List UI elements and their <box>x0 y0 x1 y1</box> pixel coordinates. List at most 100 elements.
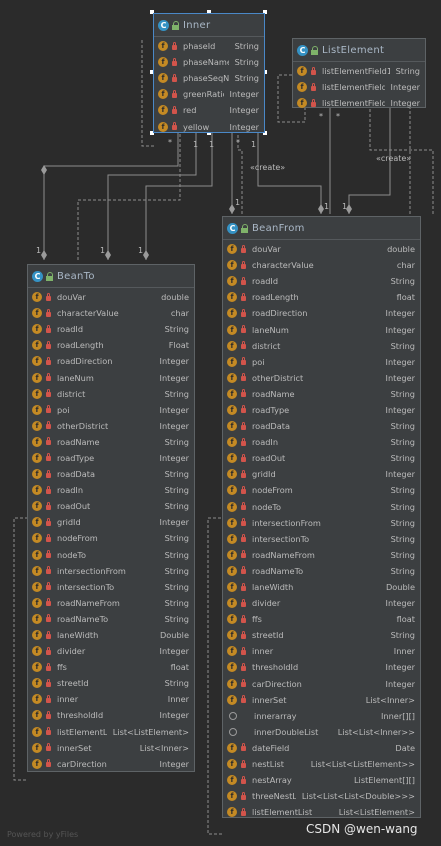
field-row[interactable]: f inner Inner <box>28 691 194 707</box>
field-row[interactable]: f otherDistrict Integer <box>223 370 420 386</box>
field-row[interactable]: f roadOut String <box>223 450 420 466</box>
field-row[interactable]: f poi Integer <box>223 354 420 370</box>
field-name: nestList <box>252 759 285 770</box>
field-row[interactable]: f listElementField3 Integer <box>293 95 425 111</box>
private-lock-icon <box>241 389 246 398</box>
field-row[interactable]: f roadData String <box>28 466 194 482</box>
private-lock-icon <box>241 357 246 366</box>
field-row[interactable]: f nodeTo String <box>223 499 420 515</box>
field-row[interactable]: f thresholdId Integer <box>223 659 420 675</box>
field-type: String <box>164 597 189 608</box>
field-row[interactable]: f ffs float <box>28 659 194 675</box>
multiplicity-label: 1 <box>251 140 257 149</box>
field-row[interactable]: f phaseSeqNo String <box>154 70 264 86</box>
field-row[interactable]: innerDoubleList List<List<Inner>> <box>223 724 420 740</box>
field-row[interactable]: f roadNameTo String <box>28 611 194 627</box>
field-row[interactable]: f listElementField2 Integer <box>293 79 425 95</box>
field-row[interactable]: f laneNum Integer <box>28 369 194 385</box>
field-row[interactable]: f thresholdId Integer <box>28 707 194 723</box>
field-row[interactable]: f douVar double <box>223 241 420 257</box>
field-row[interactable]: f streetId String <box>223 627 420 643</box>
field-row[interactable]: f district String <box>28 386 194 402</box>
field-row[interactable]: f dateField Date <box>223 740 420 756</box>
field-row[interactable]: f roadNameFrom String <box>223 547 420 563</box>
field-type: String <box>164 485 189 496</box>
field-type: Integer <box>385 469 415 480</box>
field-row[interactable]: f listElementList List<ListElement> <box>28 724 194 740</box>
field-name: otherDistrict <box>57 420 109 431</box>
field-name: douVar <box>57 292 86 303</box>
field-row[interactable]: f nodeFrom String <box>223 482 420 498</box>
field-row[interactable]: f innerSet List<Inner> <box>223 692 420 708</box>
field-row[interactable]: f laneWidth Double <box>28 627 194 643</box>
field-row[interactable]: f divider Integer <box>28 643 194 659</box>
field-name: intersectionTo <box>252 533 310 544</box>
field-row[interactable]: f greenRatio Integer <box>154 86 264 102</box>
field-name: intersectionFrom <box>252 517 321 528</box>
field-row[interactable]: f ffs float <box>223 611 420 627</box>
field-row[interactable]: f gridId Integer <box>223 466 420 482</box>
field-row[interactable]: f streetId String <box>28 675 194 691</box>
field-row[interactable]: f yellow Integer <box>154 118 264 134</box>
field-row[interactable]: f nestArray ListElement[][] <box>223 772 420 788</box>
field-row[interactable]: f intersectionTo String <box>223 531 420 547</box>
uml-diagram-canvas[interactable]: C Inner f phaseId String f phaseName String f p… <box>0 0 441 846</box>
field-row[interactable]: f roadIn String <box>28 482 194 498</box>
field-row[interactable]: f characterValue char <box>223 257 420 273</box>
field-row[interactable]: f roadData String <box>223 418 420 434</box>
field-row[interactable]: f inner Inner <box>223 643 420 659</box>
field-name: roadName <box>57 436 100 447</box>
field-row[interactable]: f district String <box>223 338 420 354</box>
field-row[interactable]: f roadLength float <box>223 289 420 305</box>
field-row[interactable]: f divider Integer <box>223 595 420 611</box>
field-icon: f <box>32 549 42 560</box>
field-row[interactable]: f nodeTo String <box>28 547 194 563</box>
field-row[interactable]: f listElementList List<ListElement> <box>223 804 420 820</box>
field-row[interactable]: f intersectionFrom String <box>28 563 194 579</box>
field-row[interactable]: f roadId String <box>28 321 194 337</box>
field-row[interactable]: f roadDirection Integer <box>28 353 194 369</box>
class-box-bean-to[interactable]: C BeanTo f douVar double f characterValue cha… <box>27 264 195 772</box>
field-name: phaseId <box>183 41 216 52</box>
field-name: roadOut <box>252 453 286 464</box>
field-row[interactable]: f red Integer <box>154 102 264 118</box>
field-row[interactable]: f otherDistrict Integer <box>28 418 194 434</box>
field-row[interactable]: f intersectionTo String <box>28 579 194 595</box>
field-name: roadNameTo <box>252 565 304 576</box>
field-name: red <box>183 105 197 116</box>
field-row[interactable]: f intersectionFrom String <box>223 515 420 531</box>
class-box-list-element[interactable]: C ListElement f listElementField1 String f l… <box>292 38 426 111</box>
field-row[interactable]: f threeNestList List<List<List<Double>>> <box>223 788 420 804</box>
field-row[interactable]: innerarray Inner[][] <box>223 708 420 724</box>
field-row[interactable]: f poi Integer <box>28 402 194 418</box>
field-row[interactable]: f phaseName String <box>154 54 264 70</box>
field-row[interactable]: f roadId String <box>223 273 420 289</box>
field-row[interactable]: f roadDirection Integer <box>223 305 420 321</box>
field-row[interactable]: f roadNameTo String <box>223 563 420 579</box>
field-row[interactable]: f douVar double <box>28 289 194 305</box>
field-row[interactable]: f carDirection Integer <box>28 756 194 772</box>
field-row[interactable]: f laneWidth Double <box>223 579 420 595</box>
field-row[interactable]: f roadName String <box>223 386 420 402</box>
field-row[interactable]: f characterValue char <box>28 305 194 321</box>
field-type: double <box>161 292 189 303</box>
field-row[interactable]: f nodeFrom String <box>28 530 194 546</box>
private-lock-icon <box>241 276 246 285</box>
field-row[interactable]: f roadNameFrom String <box>28 595 194 611</box>
field-row[interactable]: f listElementField1 String <box>293 63 425 79</box>
field-row[interactable]: f innerSet List<Inner> <box>28 740 194 756</box>
class-box-inner[interactable]: C Inner f phaseId String f phaseName String f p… <box>153 13 265 133</box>
field-row[interactable]: f roadType Integer <box>223 402 420 418</box>
field-row[interactable]: f roadType Integer <box>28 450 194 466</box>
field-row[interactable]: f roadLength Float <box>28 337 194 353</box>
field-row[interactable]: f nestList List<List<ListElement>> <box>223 756 420 772</box>
field-row[interactable]: f roadIn String <box>223 434 420 450</box>
field-row[interactable]: f carDirection Integer <box>223 676 420 692</box>
field-row[interactable]: f phaseId String <box>154 38 264 54</box>
field-row[interactable]: f gridId Integer <box>28 514 194 530</box>
field-name: innerSet <box>57 742 92 753</box>
field-row[interactable]: f laneNum Integer <box>223 321 420 337</box>
class-box-bean-from[interactable]: C BeanFrom f douVar double f characterValue c… <box>222 216 421 818</box>
field-row[interactable]: f roadName String <box>28 434 194 450</box>
field-row[interactable]: f roadOut String <box>28 498 194 514</box>
